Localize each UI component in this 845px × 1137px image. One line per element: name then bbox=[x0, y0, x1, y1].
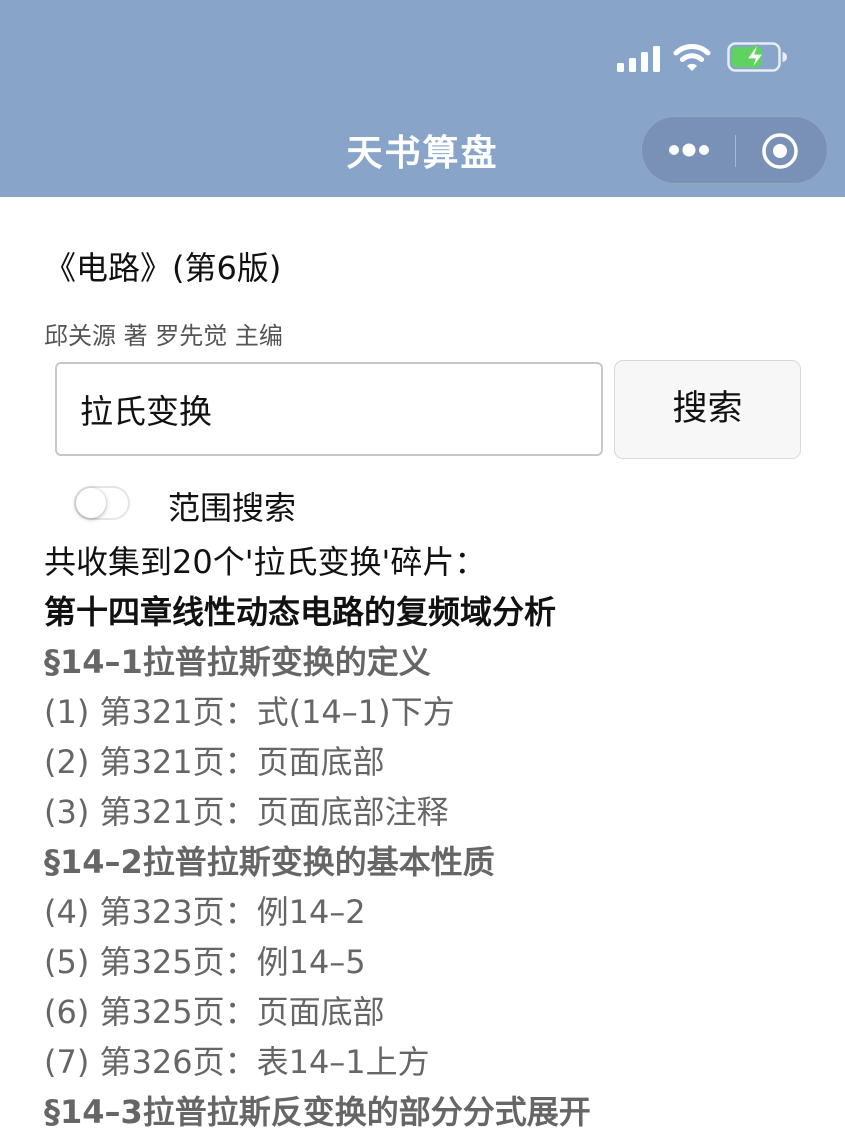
wifi-icon bbox=[673, 44, 711, 71]
battery-charging-icon bbox=[727, 42, 787, 72]
result-item[interactable]: (4) 第323页：例14–2 bbox=[44, 887, 834, 937]
status-bar bbox=[617, 40, 789, 74]
results-summary: 共收集到20个'拉氏变换'碎片： bbox=[44, 543, 487, 581]
book-author: 邱关源 著 罗先觉 主编 bbox=[44, 322, 283, 350]
chapter-heading[interactable]: 第十四章线性动态电路的复频域分析 bbox=[44, 587, 834, 637]
section-heading[interactable]: §14–1拉普拉斯变换的定义 bbox=[44, 637, 834, 687]
result-item[interactable]: (2) 第321页：页面底部 bbox=[44, 737, 834, 787]
close-miniprogram-icon bbox=[762, 133, 798, 169]
scope-search-label: 范围搜索 bbox=[168, 489, 297, 527]
section-heading[interactable]: §14–3拉普拉斯反变换的部分分式展开 bbox=[44, 1087, 834, 1137]
result-item[interactable]: (3) 第321页：页面底部注释 bbox=[44, 787, 834, 837]
cellular-signal-icon bbox=[617, 46, 660, 72]
result-item[interactable]: (6) 第325页：页面底部 bbox=[44, 987, 834, 1037]
section-heading[interactable]: §14–2拉普拉斯变换的基本性质 bbox=[44, 837, 834, 887]
more-dots-icon bbox=[669, 143, 709, 157]
toggle-knob bbox=[76, 488, 106, 518]
book-title: 《电路》(第6版) bbox=[44, 249, 282, 287]
more-button[interactable] bbox=[642, 117, 735, 183]
scope-search-toggle[interactable] bbox=[74, 486, 130, 520]
miniprogram-capsule bbox=[641, 116, 828, 184]
result-item[interactable]: (5) 第325页：例14–5 bbox=[44, 937, 834, 987]
results-list: 共收集到20个'拉氏变换'碎片： 第十四章线性动态电路的复频域分析 §14–1拉… bbox=[44, 537, 834, 1137]
result-item[interactable]: (7) 第326页：表14–1上方 bbox=[44, 1037, 834, 1087]
close-button[interactable] bbox=[736, 117, 828, 183]
top-bar: 天书算盘 bbox=[0, 0, 845, 197]
result-item[interactable]: (1) 第321页：式(14–1)下方 bbox=[44, 687, 834, 737]
search-button[interactable]: 搜索 bbox=[614, 360, 801, 459]
search-input[interactable] bbox=[55, 362, 603, 456]
